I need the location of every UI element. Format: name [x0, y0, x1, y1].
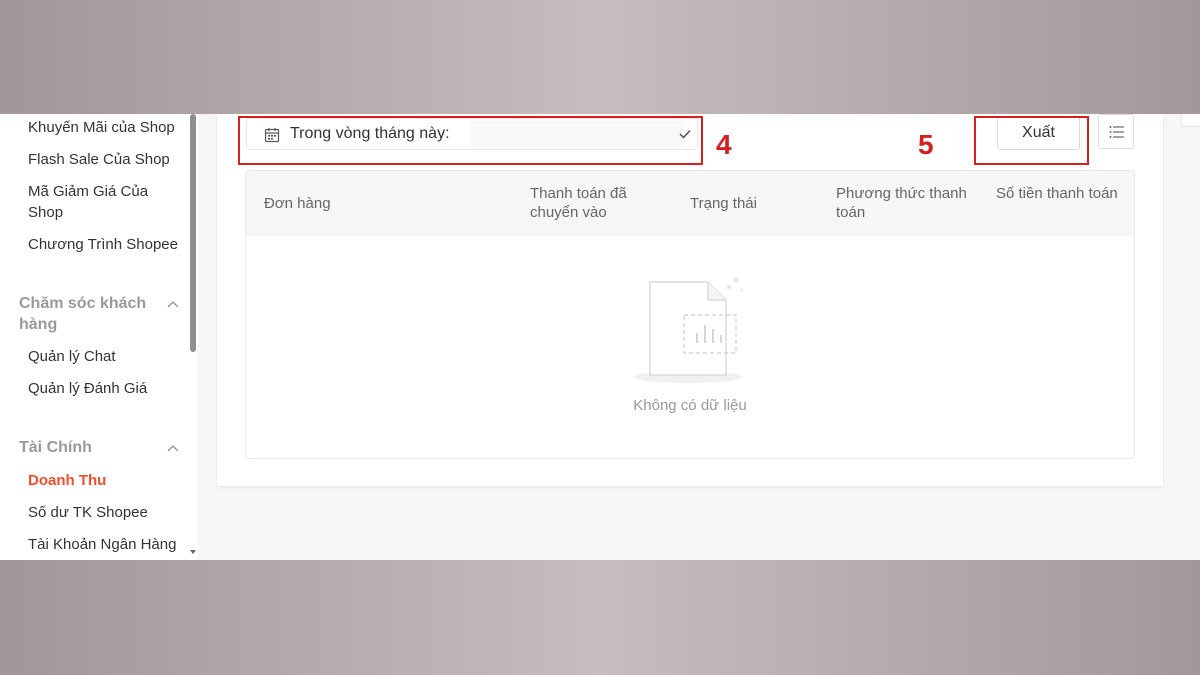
sidebar-item-reviews[interactable]: Quản lý Đánh Giá	[28, 378, 183, 399]
empty-document-chart-icon	[634, 277, 744, 383]
annotation-highlight-filter	[238, 116, 703, 165]
sidebar-item-shop-promotions[interactable]: Khuyến Mãi của Shop	[28, 117, 183, 138]
scrollbar-thumb[interactable]	[190, 114, 196, 352]
chevron-up-icon[interactable]	[166, 443, 180, 453]
annotation-number-export: 5	[918, 129, 934, 160]
background-bottom	[0, 560, 1200, 675]
sidebar-item-shopee-programs[interactable]: Chương Trình Shopee	[28, 234, 183, 255]
list-icon	[1109, 126, 1124, 138]
sidebar-item-vouchers[interactable]: Mã Giảm Giá Của Shop	[28, 181, 158, 223]
column-header-status: Trạng thái	[690, 195, 757, 212]
table-header: Đơn hàng Thanh toán đã chuyển vào Trạng …	[246, 171, 1134, 236]
column-header-order: Đơn hàng	[264, 195, 331, 212]
sidebar-scrollbar[interactable]	[189, 114, 197, 560]
column-header-payment-amount: Số tiền thanh toán	[996, 185, 1118, 202]
screenshot-area: Khuyến Mãi của Shop Flash Sale Của Shop …	[0, 114, 1200, 560]
annotation-highlight-export	[974, 116, 1089, 165]
floating-widget[interactable]	[1181, 114, 1200, 127]
empty-state-message: Không có dữ liệu	[633, 397, 747, 414]
sidebar-section-customer-care[interactable]: Chăm sóc khách hàng	[19, 293, 154, 335]
column-header-payout-received: Thanh toán đã chuyển vào	[530, 185, 627, 221]
column-settings-button[interactable]	[1098, 114, 1134, 149]
sidebar-section-finance[interactable]: Tài Chính	[19, 437, 159, 458]
background-top	[0, 0, 1200, 114]
sidebar-item-shopee-balance[interactable]: Số dư TK Shopee	[28, 502, 183, 523]
column-header-payment-method: Phương thức thanh toán	[836, 185, 967, 221]
annotation-number-filter: 4	[716, 129, 732, 160]
scroll-down-arrow-icon[interactable]	[189, 548, 197, 556]
sidebar-item-revenue[interactable]: Doanh Thu	[28, 470, 183, 491]
transactions-table: Đơn hàng Thanh toán đã chuyển vào Trạng …	[245, 170, 1135, 459]
chevron-up-icon[interactable]	[166, 299, 180, 309]
sidebar: Khuyến Mãi của Shop Flash Sale Của Shop …	[0, 114, 198, 560]
sidebar-item-bank-account[interactable]: Tài Khoản Ngân Hàng	[28, 534, 183, 555]
sidebar-item-chat[interactable]: Quản lý Chat	[28, 346, 183, 367]
sidebar-item-flash-sale[interactable]: Flash Sale Của Shop	[28, 149, 183, 170]
